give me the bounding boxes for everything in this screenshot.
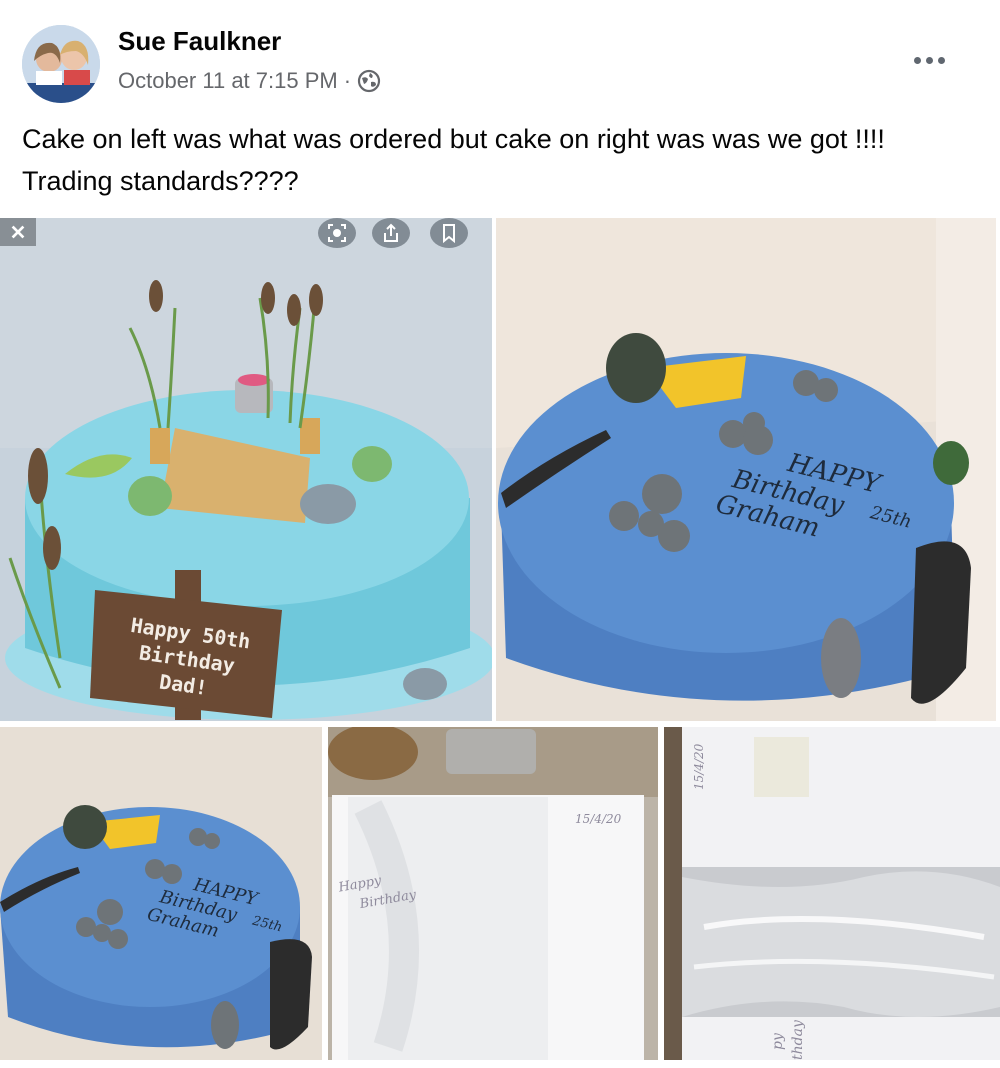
bookmark-icon[interactable] [430,218,468,248]
author-name[interactable]: Sue Faulkner [118,26,281,57]
post-header: Sue Faulkner October 11 at 7:15 PM · [0,0,1000,110]
lens-icon[interactable] [318,218,356,248]
facebook-post: Sue Faulkner October 11 at 7:15 PM · Cak… [0,0,1000,1068]
close-icon[interactable] [0,218,36,246]
card-date: 15/4/20 [575,812,622,826]
post-meta: October 11 at 7:15 PM · [118,68,381,94]
globe-icon [357,69,381,93]
box-bottom-text-2: thday [790,1020,806,1060]
post-timestamp[interactable]: October 11 at 7:15 PM [118,68,338,94]
box-date: 15/4/20 [692,743,706,790]
avatar[interactable] [22,25,100,103]
post-text: Cake on left was what was ordered but ca… [22,124,885,196]
box-bottom-text-1: py [770,1033,786,1050]
meta-separator: · [343,68,352,93]
share-icon[interactable] [372,218,410,248]
photo-box[interactable] [664,727,1000,1060]
more-options-button[interactable] [905,42,953,78]
